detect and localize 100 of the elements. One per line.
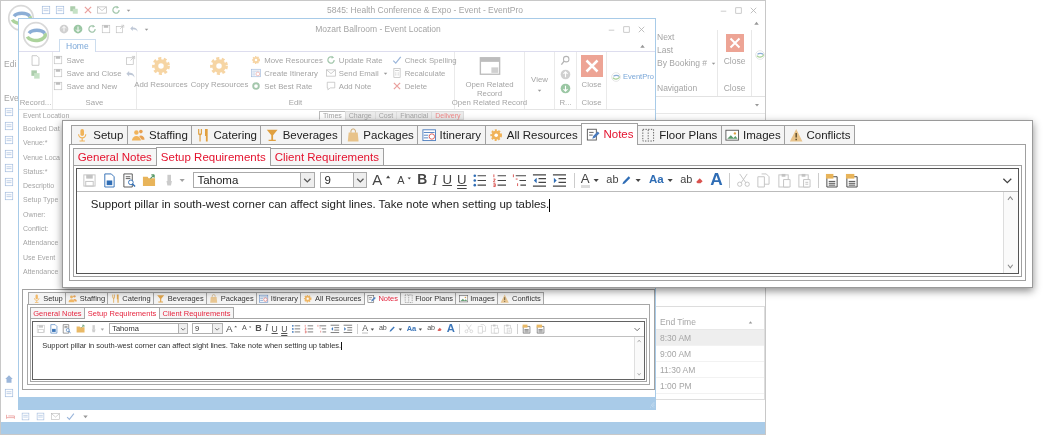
folder-icon[interactable] [141,172,157,188]
document-icon[interactable] [101,172,117,188]
numbered-list-icon[interactable] [491,172,507,188]
tab[interactable]: Setup [71,125,128,144]
caret-icon[interactable] [747,318,754,326]
italic-button[interactable]: I [432,172,438,188]
refresh-icon[interactable] [111,5,121,15]
italic-button[interactable]: I [265,324,269,334]
note-text[interactable]: Support pillar in south-west corner can affect sight lines. Take note when setting up tables. [76,191,1004,273]
text-cursor [341,342,343,351]
double-underline-button[interactable]: U [457,173,467,187]
indent-icon[interactable] [552,172,568,188]
check-icon [391,55,402,65]
bold-button[interactable]: B [417,173,428,187]
tab[interactable]: Floor Plans [636,125,722,144]
highlight-button[interactable]: ab [606,173,644,187]
tab[interactable]: Beverages [260,125,343,144]
mail-icon[interactable] [51,411,60,421]
mail-icon[interactable] [97,5,107,15]
scrollbar[interactable] [1003,191,1019,273]
document-icon[interactable] [49,324,59,334]
up-circle-icon[interactable] [59,24,69,34]
stack-icon[interactable] [30,69,41,80]
form-icon[interactable] [4,107,14,117]
save-icon[interactable] [101,24,111,34]
font-button[interactable]: A [710,171,723,189]
form-icon[interactable] [4,388,14,398]
tab-label: Catering [213,128,257,141]
font-button[interactable]: A [446,323,455,335]
search-icon[interactable] [560,55,571,66]
merge-field-icon[interactable] [845,172,861,188]
form-icon[interactable] [4,135,14,145]
multilevel-list-icon[interactable] [512,172,527,188]
form-icon[interactable] [4,121,14,131]
form-icon[interactable] [21,411,30,421]
tab[interactable]: Catering [191,125,262,144]
save-icon [53,68,64,78]
font-field[interactable]: Tahoma [193,171,315,189]
bullet-list-icon[interactable] [471,172,487,188]
form-icon[interactable] [36,411,45,421]
font-color-button[interactable]: A [580,171,602,189]
home-icon[interactable] [4,374,14,384]
shrink-font-button[interactable]: A [397,174,413,186]
underline-button[interactable]: U [442,173,452,187]
up-circle-icon[interactable] [560,69,571,80]
caret-icon[interactable] [753,101,761,109]
merge-field-icon[interactable] [535,324,546,334]
close-icon[interactable] [725,34,744,52]
maximize-icon[interactable] [621,23,632,35]
underline-button[interactable]: U [271,324,278,334]
form-icon[interactable] [4,191,14,201]
font-color-button[interactable]: A [362,323,376,335]
tab-label: Conflicts [806,128,851,141]
scrollbar[interactable] [633,337,644,379]
export-icon[interactable] [124,55,136,66]
form-icon[interactable] [41,5,51,15]
grow-font-button[interactable]: A [372,172,393,188]
stack-icon[interactable] [69,5,79,15]
print-preview-icon[interactable] [121,172,137,188]
down-circle-icon[interactable] [560,83,571,94]
print-preview-icon[interactable] [62,324,73,334]
caret-icon[interactable] [638,42,647,51]
outdent-icon[interactable] [532,172,548,188]
subtab[interactable]: Client Requirements [269,148,384,165]
export-icon[interactable] [115,24,125,34]
warning-icon [788,127,803,143]
grow-font-button[interactable]: A [225,324,239,334]
form-icon[interactable] [4,177,14,187]
refresh-icon[interactable] [87,24,97,34]
tab[interactable]: Conflicts [784,125,855,144]
form-icon[interactable] [4,149,14,159]
clear-format-button[interactable]: ab [680,174,706,186]
tab[interactable]: Packages [341,125,419,144]
gear-icon [303,294,313,304]
double-underline-button[interactable]: U [281,324,288,334]
maximize-icon[interactable] [733,4,744,16]
undo-icon[interactable] [129,24,139,34]
form-icon[interactable] [55,5,65,15]
bold-button[interactable]: B [255,324,262,334]
folder-icon[interactable] [75,324,86,334]
tab-label: Packages [363,128,414,141]
undo-icon[interactable] [124,69,136,80]
tab[interactable]: Staffing [126,125,193,144]
subtab[interactable]: General Notes [72,148,157,165]
font-size-field[interactable]: 9 [320,171,368,189]
field-code-icon[interactable] [522,324,533,334]
tab[interactable]: Images [720,125,786,144]
change-case-button[interactable]: Aa [648,174,676,186]
field-code-icon[interactable] [825,172,841,188]
multilevel-list-icon[interactable] [317,324,327,334]
subtab[interactable]: Setup Requirements [155,147,271,166]
down-circle-icon[interactable] [73,24,83,34]
tab[interactable]: Notes [581,123,638,145]
form-icon[interactable] [4,163,14,173]
delete-icon [391,81,402,91]
delete-icon[interactable] [83,5,93,15]
caret-icon[interactable] [752,19,761,28]
check-icon[interactable] [66,411,75,421]
tab[interactable]: Itinerary [417,125,486,144]
tab[interactable]: All Resources [484,125,583,144]
